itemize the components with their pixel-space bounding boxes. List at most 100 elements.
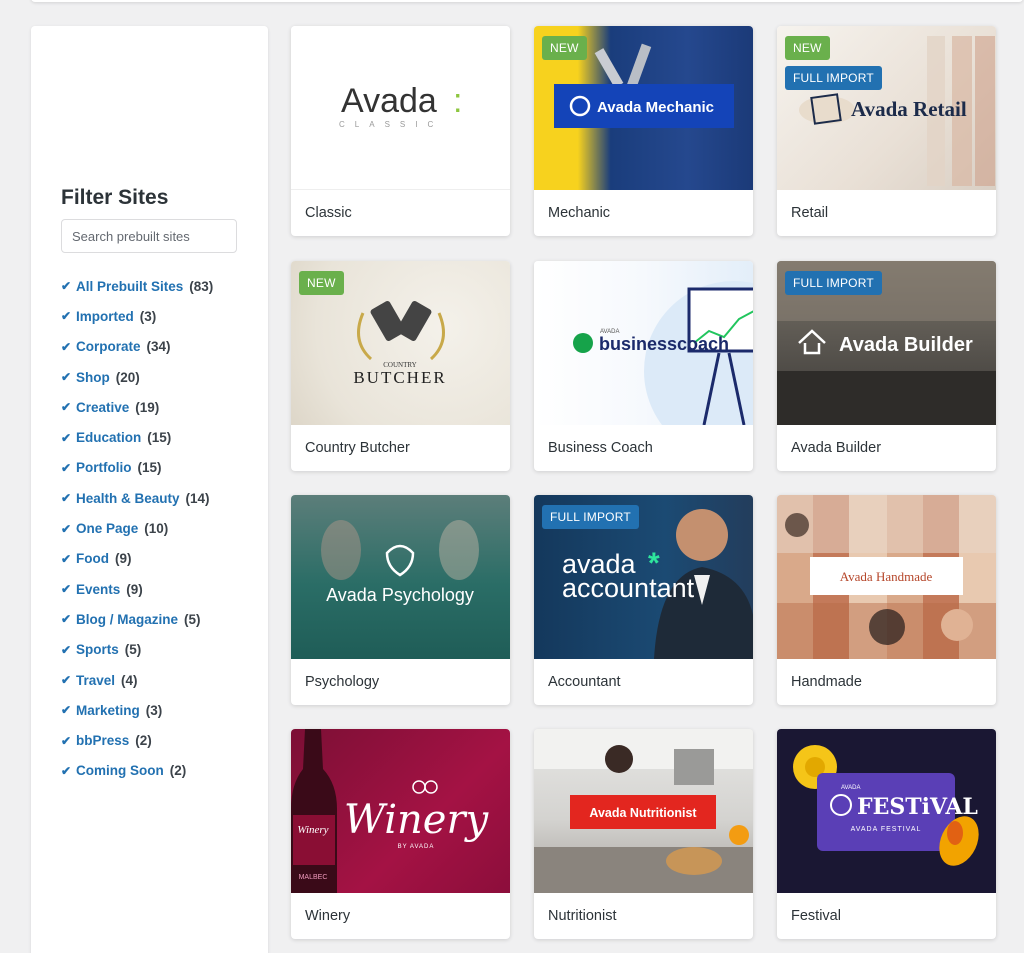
site-thumbnail: Avada Nutritionist [534,729,753,893]
check-icon: ✔ [61,733,72,748]
site-name: Retail [791,205,829,221]
site-card-psychology[interactable]: Avada Psychology Psychology [291,495,510,705]
check-icon: ✔ [61,521,72,536]
check-icon: ✔ [61,763,72,778]
filter-item-portfolio[interactable]: ✔ Portfolio (15) [61,453,213,483]
site-card-country-butcher[interactable]: COUNTRY BUTCHER NEW Country Butcher [291,261,510,471]
top-panel [31,0,1023,2]
check-icon: ✔ [61,551,72,566]
svg-text:Winery: Winery [344,797,490,843]
filter-item-food[interactable]: ✔ Food (9) [61,544,213,574]
site-thumbnail: Winery MALBEC Winery BY AVADA [291,729,510,893]
filter-item-one-page[interactable]: ✔ One Page (10) [61,513,213,543]
svg-text:Avada Mechanic: Avada Mechanic [597,99,714,116]
svg-text:Avada: Avada [341,82,437,120]
site-card-business-coach[interactable]: AVADA businesscoach Business Coach [534,261,753,471]
new-badge: NEW [299,271,344,295]
site-name: Mechanic [548,205,611,221]
check-icon: ✔ [61,612,72,627]
svg-text:accountant: accountant [562,573,695,603]
full-import-badge: FULL IMPORT [785,271,882,295]
site-name: Avada Builder [791,440,882,456]
full-import-badge: FULL IMPORT [542,505,639,529]
check-icon: ✔ [61,339,72,354]
site-card-retail[interactable]: Avada Retail NEW FULL IMPORT Retail [777,26,996,236]
site-card-classic[interactable]: Avada : CLASSIC Classic [291,26,510,236]
svg-text:Avada Builder: Avada Builder [839,334,973,356]
check-icon: ✔ [61,582,72,597]
site-thumbnail: avada * accountant FULL IMPORT [534,495,753,659]
svg-text:BUTCHER: BUTCHER [353,368,446,387]
svg-text:Avada Retail: Avada Retail [851,97,967,121]
filter-item-all[interactable]: ✔ All Prebuilt Sites (83) [61,271,213,301]
festival-artwork: AVADA FESTiVAL AVADA FESTIVAL [793,745,979,866]
site-card-nutritionist[interactable]: Avada Nutritionist Nutritionist [534,729,753,939]
site-thumbnail: AVADA businesscoach [534,261,753,425]
site-name: Business Coach [548,440,653,456]
site-thumbnail: Avada Builder FULL IMPORT [777,261,996,425]
check-icon: ✔ [61,703,72,718]
filter-item-creative[interactable]: ✔ Creative (19) [61,392,213,422]
nutritionist-artwork: Avada Nutritionist [534,729,753,893]
svg-text:Avada Psychology: Avada Psychology [326,585,474,605]
full-import-badge: FULL IMPORT [785,66,882,90]
filter-item-marketing[interactable]: ✔ Marketing (3) [61,695,213,725]
site-card-accountant[interactable]: avada * accountant FULL IMPORT Accountan… [534,495,753,705]
svg-text:businesscoach: businesscoach [599,334,729,354]
svg-text:MALBEC: MALBEC [299,874,328,881]
check-icon: ✔ [61,460,72,475]
new-badge: NEW [542,36,587,60]
filter-item-education[interactable]: ✔ Education (15) [61,422,213,452]
search-input[interactable] [61,219,237,253]
check-icon: ✔ [61,309,72,324]
site-thumbnail: Avada Psychology [291,495,510,659]
svg-text:Avada Nutritionist: Avada Nutritionist [589,806,697,820]
site-card-mechanic[interactable]: Avada Mechanic NEW Mechanic [534,26,753,236]
filter-sidebar: Filter Sites ✔All Prebuilt Sites(83) ✔Im… [31,26,268,953]
svg-text:Avada Handmade: Avada Handmade [840,569,933,584]
site-thumbnail: AVADA FESTiVAL AVADA FESTIVAL [777,729,996,893]
filter-item-events[interactable]: ✔ Events (9) [61,574,213,604]
site-name: Accountant [548,674,621,690]
site-card-festival[interactable]: AVADA FESTiVAL AVADA FESTIVAL Festival [777,729,996,939]
check-icon: ✔ [61,430,72,445]
svg-text:CLASSIC: CLASSIC [339,120,443,129]
check-icon: ✔ [61,491,72,506]
site-name: Country Butcher [305,440,410,456]
site-name: Handmade [791,674,862,690]
filter-item-sports[interactable]: ✔ Sports (5) [61,635,213,665]
avada-classic-logo: Avada : CLASSIC [339,82,462,129]
filter-item-bbpress[interactable]: ✔ bbPress (2) [61,725,213,755]
business-coach-artwork: AVADA businesscoach [573,281,753,425]
site-name: Winery [305,908,351,924]
check-icon: ✔ [61,673,72,687]
filter-item-coming-soon[interactable]: ✔ Coming Soon (2) [61,756,213,786]
site-card-winery[interactable]: Winery MALBEC Winery BY AVADA Winery [291,729,510,939]
site-thumbnail: COUNTRY BUTCHER NEW [291,261,510,425]
svg-text:Winery: Winery [297,824,328,836]
svg-text:BY AVADA: BY AVADA [398,844,435,850]
filter-item-blog-magazine[interactable]: ✔ Blog / Magazine (5) [61,604,213,634]
winery-artwork: Winery MALBEC Winery BY AVADA [291,729,490,893]
svg-text:AVADA FESTIVAL: AVADA FESTIVAL [851,826,922,833]
filter-item-shop[interactable]: ✔ Shop (20) [61,362,213,392]
check-icon: ✔ [61,642,72,657]
site-name: Festival [791,908,841,924]
filter-item-corporate[interactable]: ✔ Corporate (34) [61,332,213,362]
check-icon: ✔ [61,400,72,415]
site-card-avada-builder[interactable]: Avada Builder FULL IMPORT Avada Builder [777,261,996,471]
filter-title: Filter Sites [61,186,169,209]
filter-item-travel[interactable]: ✔ Travel (4) [61,665,213,695]
filter-list: ✔ All Prebuilt Sites (83) ✔ Imported (3) ✔ Co… [61,271,213,786]
filter-item-imported[interactable]: ✔ Imported (3) [61,301,213,331]
filter-item-health-beauty[interactable]: ✔ Health & Beauty (14) [61,483,213,513]
new-badge: NEW [785,36,830,60]
svg-text:AVADA: AVADA [841,785,860,791]
site-thumbnail: Avada Handmade [777,495,996,659]
site-thumbnail: Avada Mechanic NEW [534,26,753,190]
site-thumbnail: Avada : CLASSIC [291,26,510,190]
check-icon: ✔ [61,279,72,294]
site-thumbnail: Avada Retail NEW FULL IMPORT [777,26,996,190]
psychology-artwork: Avada Psychology [321,520,479,605]
site-card-handmade[interactable]: Avada Handmade Handmade [777,495,996,705]
